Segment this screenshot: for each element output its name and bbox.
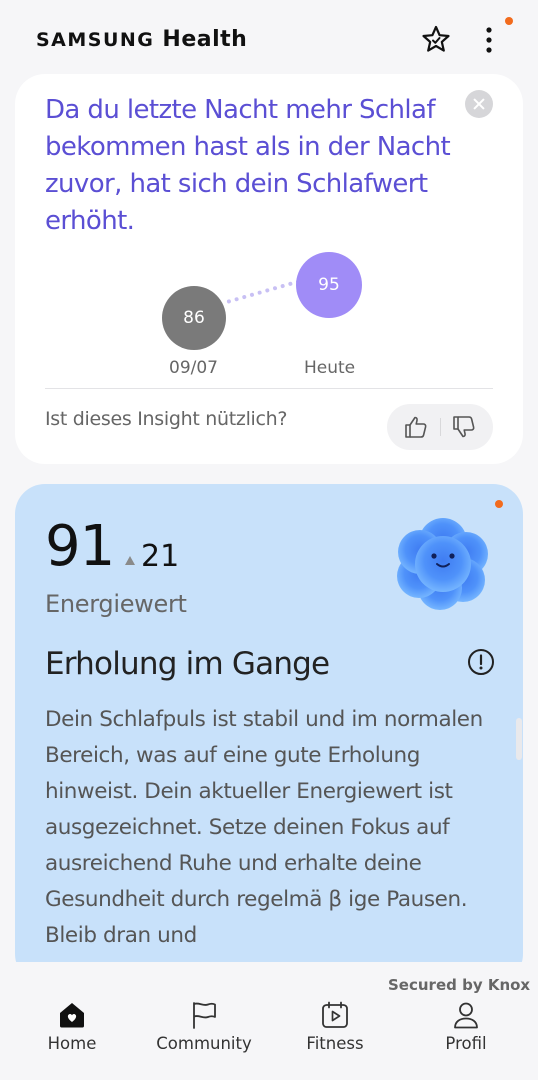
today-score-bubble: 95 [296, 252, 362, 318]
video-calendar-icon [322, 1001, 348, 1028]
scroll-handle[interactable] [516, 718, 522, 760]
app-logo: SAMSUNG Health [36, 26, 247, 52]
previous-score-bubble: 86 [162, 286, 226, 350]
thumbs-down-icon[interactable] [451, 414, 477, 440]
more-vert-icon [486, 27, 492, 53]
energy-mascot-icon [397, 518, 488, 610]
brand-primary: SAMSUNG [36, 29, 155, 51]
nav-item-profile[interactable]: Profil [411, 1000, 521, 1053]
feedback-question: Ist dieses Insight nützlich? [45, 408, 288, 430]
sleep-insight-card: Da du letzte Nacht mehr Schlaf bekommen … [15, 74, 523, 464]
favorites-star-icon [422, 25, 450, 52]
energy-score-label: Energiewert [45, 590, 187, 618]
close-insight-button[interactable] [465, 90, 493, 118]
flag-icon [193, 1002, 216, 1029]
nav-label-fitness: Fitness [306, 1034, 364, 1053]
vote-separator [440, 418, 441, 436]
person-icon [454, 1002, 478, 1029]
energy-score-card[interactable]: 91 21 Energiewert Erholung im Gange Dein… [15, 484, 523, 984]
card-notification-dot [495, 500, 503, 508]
energy-score-delta: 21 [141, 539, 180, 574]
recovery-title: Erholung im Gange [45, 646, 330, 682]
more-options-button[interactable] [478, 22, 500, 58]
previous-date-label: 09/07 [169, 358, 218, 378]
nav-item-home[interactable]: Home [17, 1000, 127, 1053]
increase-arrow-icon [125, 556, 135, 565]
app-header: SAMSUNG Health [0, 0, 538, 80]
info-icon[interactable] [467, 648, 495, 676]
energy-score-value: 91 [45, 514, 115, 579]
nav-label-profile: Profil [445, 1034, 487, 1053]
notification-dot [505, 17, 513, 25]
divider [45, 388, 493, 389]
brand-secondary: Health [162, 27, 248, 52]
nav-label-community: Community [156, 1034, 252, 1053]
today-label: Heute [304, 358, 356, 378]
nav-item-community[interactable]: Community [149, 1000, 259, 1053]
feedback-buttons [387, 404, 493, 450]
recovery-description: Dein Schlafpuls ist stabil und im normal… [45, 707, 483, 948]
nav-label-home: Home [47, 1034, 97, 1053]
home-heart-icon [60, 1003, 84, 1028]
trend-connector [226, 279, 301, 304]
favorites-button[interactable] [418, 22, 454, 58]
nav-item-fitness[interactable]: Fitness [280, 1000, 390, 1053]
secured-by-knox: Secured by Knox [388, 976, 531, 994]
thumbs-up-icon[interactable] [403, 414, 429, 440]
insight-message: Da du letzte Nacht mehr Schlaf bekommen … [45, 95, 451, 236]
